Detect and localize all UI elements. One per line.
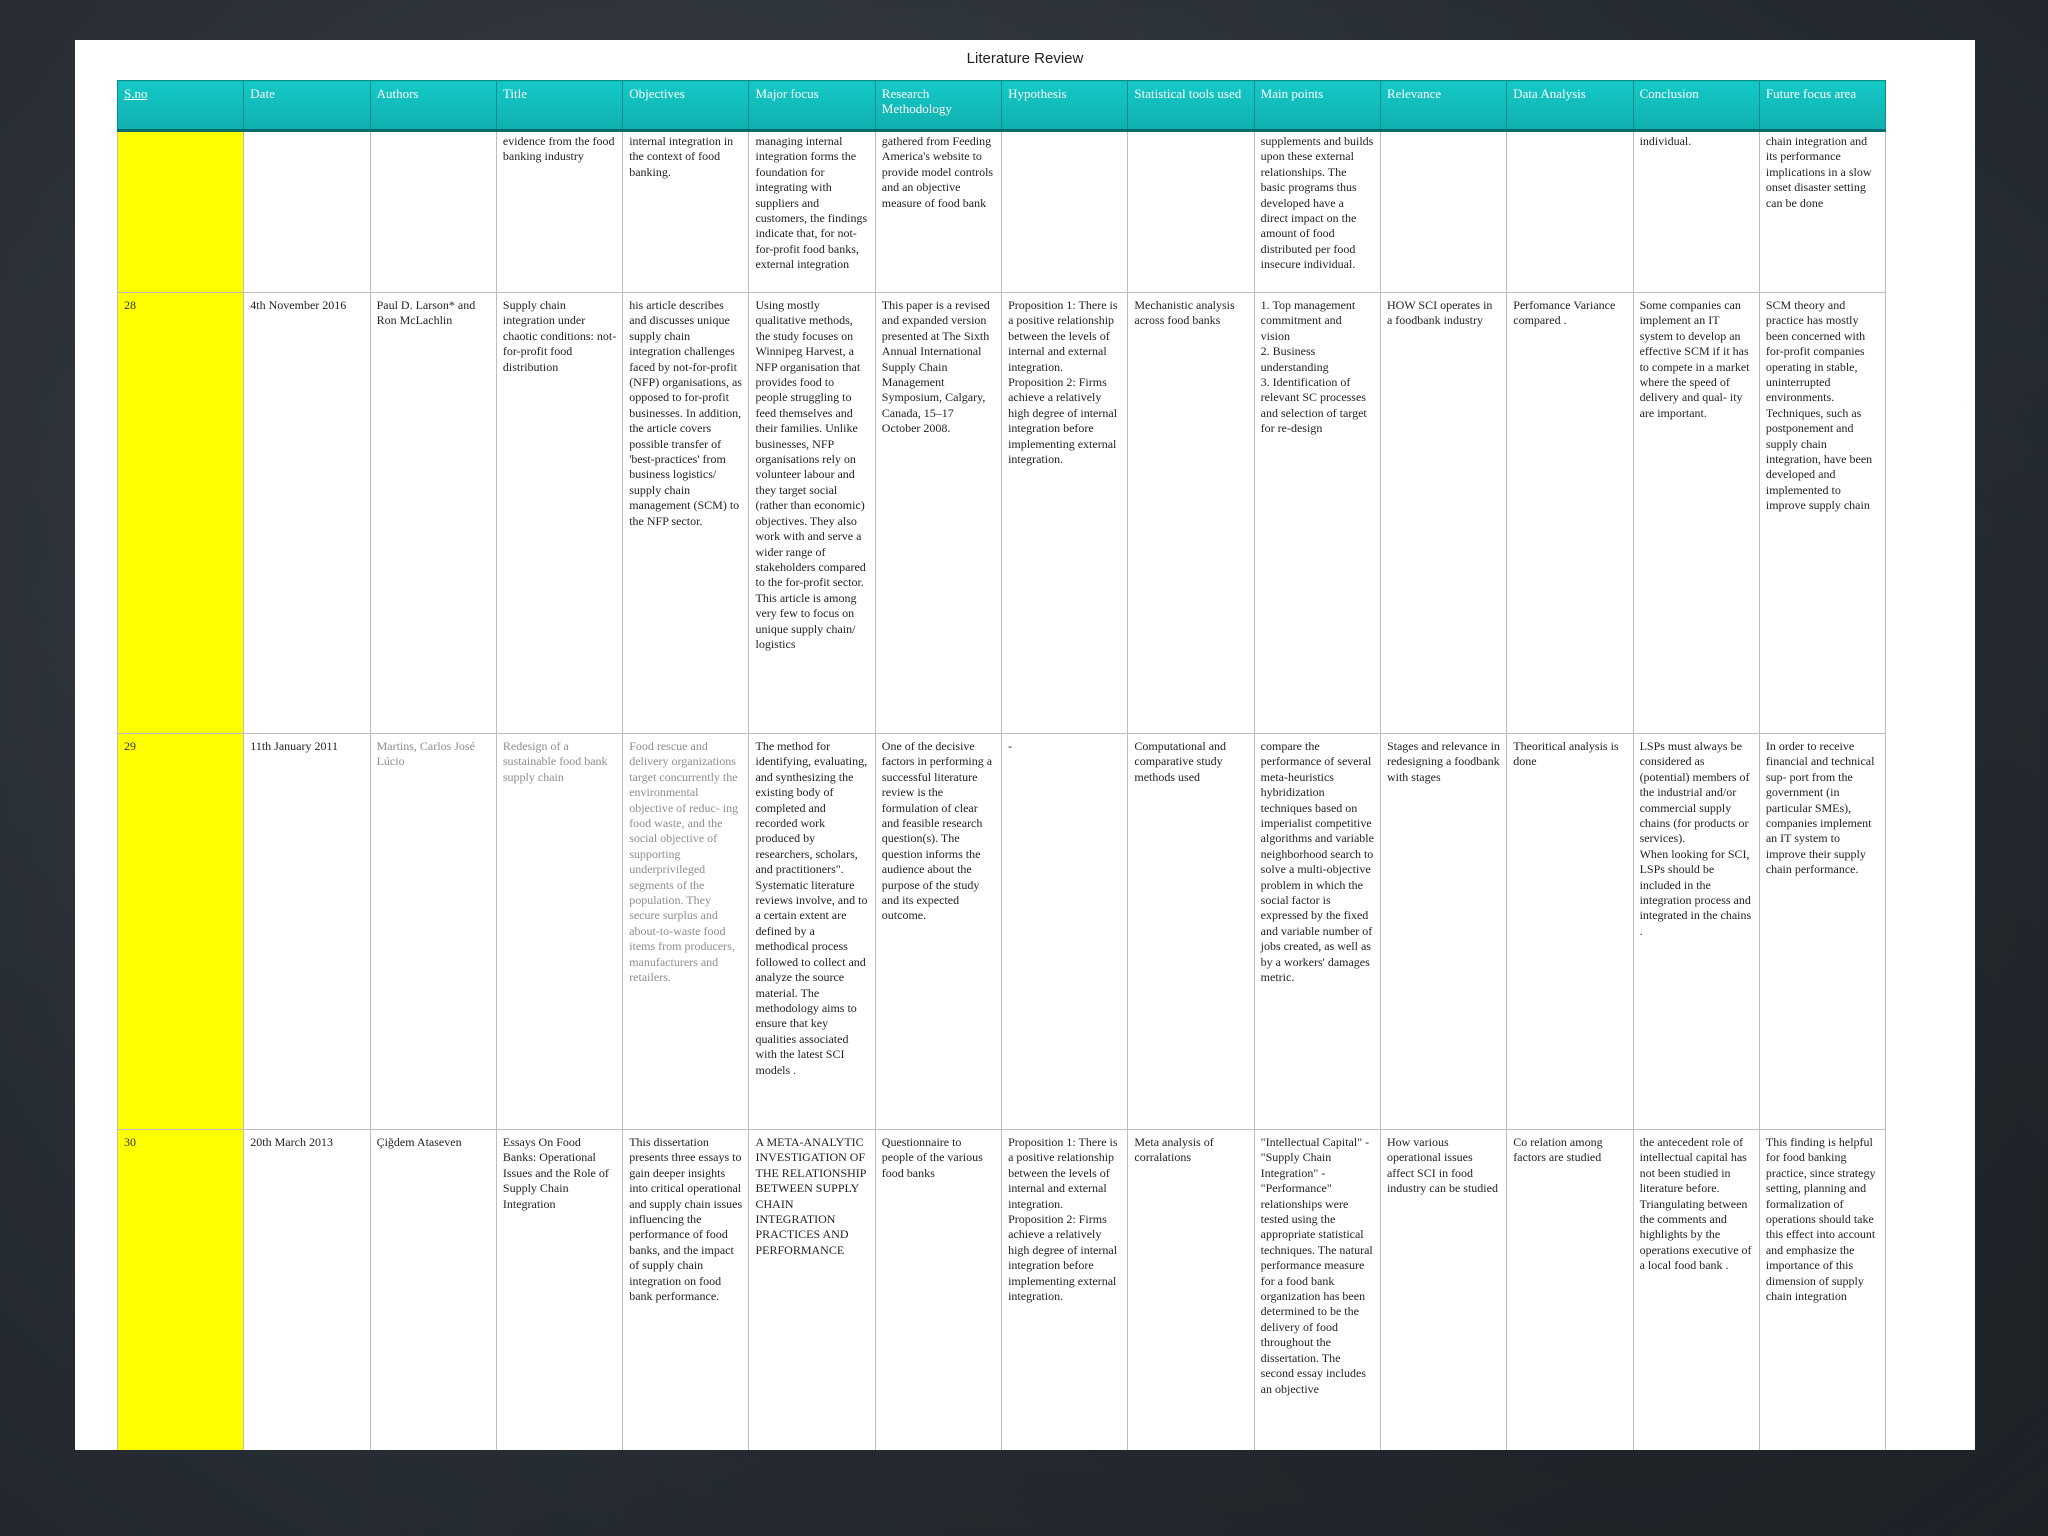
cell-sno: 30: [116, 1129, 245, 1450]
cell-authors: [369, 130, 497, 293]
table-row: 29 11th January 2011 Martins, Carlos Jos…: [116, 733, 1887, 1130]
cell-title: Essays On Food Banks: Operational Issues…: [495, 1129, 624, 1450]
cell-conclusion: LSPs must always be considered as (poten…: [1632, 733, 1760, 1130]
cell-major-focus: managing internal integration forms the …: [748, 130, 876, 293]
cell-hypothesis: [1001, 130, 1129, 293]
cell-conclusion: Some companies can implement an IT syste…: [1632, 292, 1760, 734]
cell-authors: Martins, Carlos José Lúcio: [369, 733, 497, 1130]
cell-research-methodology: Questionnaire to people of the various f…: [874, 1129, 1003, 1450]
cell-data-analysis: [1506, 130, 1634, 293]
table-row: evidence from the food banking industry …: [116, 130, 1887, 293]
cell-relevance: How various operational issues affect SC…: [1379, 1129, 1508, 1450]
cell-objectives: internal integration in the context of f…: [622, 130, 750, 293]
column-header-authors: Authors: [369, 80, 497, 132]
column-header-objectives: Objectives: [622, 80, 750, 132]
cell-statistical-tools: Computational and comparative study meth…: [1127, 733, 1255, 1130]
cell-objectives: his article describes and discusses uniq…: [622, 292, 750, 734]
column-header-data-analysis: Data Analysis: [1506, 80, 1634, 132]
cell-objectives: Food rescue and delivery organizations t…: [622, 733, 750, 1130]
cell-data-analysis: Co relation among factors are studied: [1506, 1129, 1634, 1450]
cell-relevance: Stages and relevance in redesigning a fo…: [1379, 733, 1508, 1130]
cell-major-focus: A META-ANALYTIC INVESTIGATION OF THE REL…: [748, 1129, 876, 1450]
column-header-research-methodology: Research Methodology: [874, 80, 1003, 132]
cell-major-focus: The method for identifying, evaluating, …: [748, 733, 876, 1130]
cell-sno: [116, 130, 245, 293]
cell-hypothesis: Proposition 1: There is a positive relat…: [1001, 292, 1129, 734]
cell-research-methodology: gathered from Feeding America's website …: [874, 130, 1003, 293]
column-header-sno[interactable]: S.no: [116, 80, 245, 132]
cell-statistical-tools: Meta analysis of corralations: [1127, 1129, 1255, 1450]
cell-hypothesis: -: [1001, 733, 1129, 1130]
cell-data-analysis: Theoritical analysis is done: [1506, 733, 1634, 1130]
cell-main-points: supplements and builds upon these extern…: [1253, 130, 1381, 293]
cell-sno: 29: [116, 733, 245, 1130]
cell-hypothesis: Proposition 1: There is a positive relat…: [1001, 1129, 1129, 1450]
cell-future-focus: SCM theory and practice has mostly been …: [1758, 292, 1887, 734]
cell-date: 11th January 2011: [243, 733, 371, 1130]
column-header-relevance: Relevance: [1379, 80, 1508, 132]
cell-statistical-tools: [1127, 130, 1255, 293]
cell-date: [243, 130, 371, 293]
cell-authors: Paul D. Larson* and Ron McLachlin: [369, 292, 497, 734]
cell-main-points: compare the performance of several meta-…: [1253, 733, 1381, 1130]
column-header-future-focus: Future focus area: [1758, 80, 1887, 132]
column-header-date: Date: [243, 80, 371, 132]
column-header-conclusion: Conclusion: [1632, 80, 1760, 132]
column-header-major-focus: Major focus: [748, 80, 876, 132]
cell-data-analysis: Perfomance Variance compared .: [1506, 292, 1634, 734]
cell-authors: Çiğdem Ataseven: [369, 1129, 497, 1450]
column-header-statistical-tools: Statistical tools used: [1127, 80, 1255, 132]
page-title: Literature Review: [966, 50, 1084, 67]
cell-major-focus: Using mostly qualitative methods, the st…: [748, 292, 876, 734]
table-row: 30 20th March 2013 Çiğdem Ataseven Essay…: [116, 1129, 1887, 1450]
cell-research-methodology: This paper is a revised and expanded ver…: [874, 292, 1003, 734]
column-header-main-points: Main points: [1253, 80, 1381, 132]
cell-relevance: [1379, 130, 1508, 293]
table-row: 28 4th November 2016 Paul D. Larson* and…: [116, 292, 1887, 734]
cell-title: Supply chain integration under chaotic c…: [495, 292, 624, 734]
cell-research-methodology: One of the decisive factors in performin…: [874, 733, 1003, 1130]
cell-future-focus: This finding is helpful for food banking…: [1758, 1129, 1887, 1450]
cell-future-focus: In order to receive financial and techni…: [1758, 733, 1887, 1130]
cell-main-points: "Intellectual Capital" - "Supply Chain I…: [1253, 1129, 1381, 1450]
document-page: Literature Review S.no Date Authors Titl…: [75, 40, 1975, 1450]
column-header-hypothesis: Hypothesis: [1001, 80, 1129, 132]
cell-main-points: 1. Top management commitment and vision …: [1253, 292, 1381, 734]
cell-title: evidence from the food banking industry: [495, 130, 624, 293]
cell-objectives: This dissertation presents three essays …: [622, 1129, 750, 1450]
literature-review-table: S.no Date Authors Title Objectives Major…: [116, 80, 1887, 1450]
column-header-title: Title: [495, 80, 624, 132]
cell-date: 20th March 2013: [243, 1129, 371, 1450]
cell-relevance: HOW SCI operates in a foodbank industry: [1379, 292, 1508, 734]
cell-conclusion: individual.: [1632, 130, 1760, 293]
cell-statistical-tools: Mechanistic analysis across food banks: [1127, 292, 1255, 734]
cell-conclusion: the antecedent role of intellectual capi…: [1632, 1129, 1760, 1450]
table-header-row: S.no Date Authors Title Objectives Major…: [116, 80, 1887, 132]
cell-date: 4th November 2016: [243, 292, 371, 734]
cell-sno: 28: [116, 292, 245, 734]
cell-future-focus: chain integration and its performance im…: [1758, 130, 1887, 293]
cell-title: Redesign of a sustainable food bank supp…: [495, 733, 624, 1130]
